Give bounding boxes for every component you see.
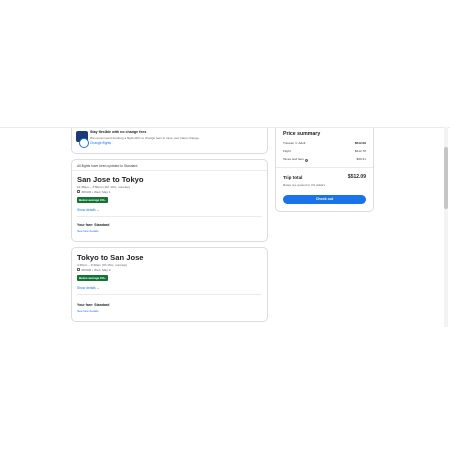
airline-date-text: ZIPAIR • Wed, May 8 [81, 268, 111, 272]
change-flights-link[interactable]: Change flights [90, 141, 111, 145]
summary-row-taxes: Taxes and fees i $99.31 [283, 157, 366, 162]
summary-row-label: Taxes and fees [283, 157, 304, 161]
airline-date: ZIPAIR • Wed, May 1 [77, 190, 111, 194]
fare-label: Your fare: Standard [77, 223, 110, 227]
show-details-button[interactable]: Show details ⌄ [77, 208, 99, 212]
show-details-button[interactable]: Show details ⌄ [77, 286, 99, 290]
fare-details-link[interactable]: See fare details [77, 309, 99, 313]
price-summary-title: Price summary [283, 131, 321, 137]
fare-update-notice: All flights have been updated to Standar… [77, 164, 139, 168]
summary-row-value: $99.31 [356, 157, 366, 161]
currency-note: Rates are quoted in US dollars [283, 183, 326, 187]
divider [77, 216, 262, 217]
flight-times: 11:45am – 3:50pm (11h 10m, nonstop) [77, 185, 131, 189]
info-icon[interactable]: i [304, 158, 309, 162]
flight-route-title: San Jose to Tokyo [77, 175, 144, 184]
scrollbar[interactable] [444, 127, 448, 327]
scrollbar-thumb[interactable] [444, 147, 448, 209]
summary-row-flight: Flight $412.78 [283, 149, 366, 153]
flexible-booking-card: Stay flexible with no change fees We rec… [71, 128, 268, 154]
airline-logo-icon [77, 190, 80, 194]
return-flight-card: Tokyo to San Jose 4:25pm – 9:40am (9h 15… [71, 247, 268, 322]
price-summary-card: Price summary Traveler 1: Adult $512.09 … [275, 128, 374, 212]
divider [77, 294, 262, 295]
divider [276, 167, 373, 168]
outbound-flight-card: All flights have been updated to Standar… [71, 159, 268, 242]
airline-date: ZIPAIR • Wed, May 8 [77, 268, 111, 272]
booking-viewport: Stay flexible with no change fees We rec… [0, 127, 450, 327]
chevron-down-icon: ⌄ [96, 286, 100, 290]
show-details-label: Show details [77, 208, 96, 212]
summary-row-traveler: Traveler 1: Adult $512.09 [283, 141, 366, 145]
check-out-button[interactable]: Check out [283, 195, 366, 204]
fare-details-link[interactable]: See fare details [77, 229, 99, 233]
emissions-badge: Below average CO₂ [77, 197, 108, 203]
fare-label: Your fare: Standard [77, 303, 110, 307]
divider [72, 170, 267, 171]
summary-row-label: Flight [283, 149, 291, 153]
flight-route-title: Tokyo to San Jose [77, 253, 144, 262]
airline-date-text: ZIPAIR • Wed, May 1 [81, 190, 111, 194]
emissions-badge: Below average CO₂ [77, 275, 108, 281]
trip-total-label: Trip total [283, 175, 303, 180]
flight-times: 4:25pm – 9:40am (9h 15m, nonstop) [77, 263, 128, 267]
summary-row-value: $412.78 [354, 149, 366, 153]
trip-total-value: $512.09 [347, 174, 366, 180]
show-details-label: Show details [77, 286, 96, 290]
calendar-check-icon [76, 131, 89, 148]
airline-logo-icon [77, 268, 80, 272]
summary-row-label: Traveler 1: Adult [283, 141, 306, 145]
flexible-title: Stay flexible with no change fees [90, 130, 147, 134]
summary-row-value: $512.09 [354, 141, 366, 145]
chevron-down-icon: ⌄ [96, 208, 100, 212]
flexible-description: We recommend booking a flight with no ch… [90, 135, 200, 140]
